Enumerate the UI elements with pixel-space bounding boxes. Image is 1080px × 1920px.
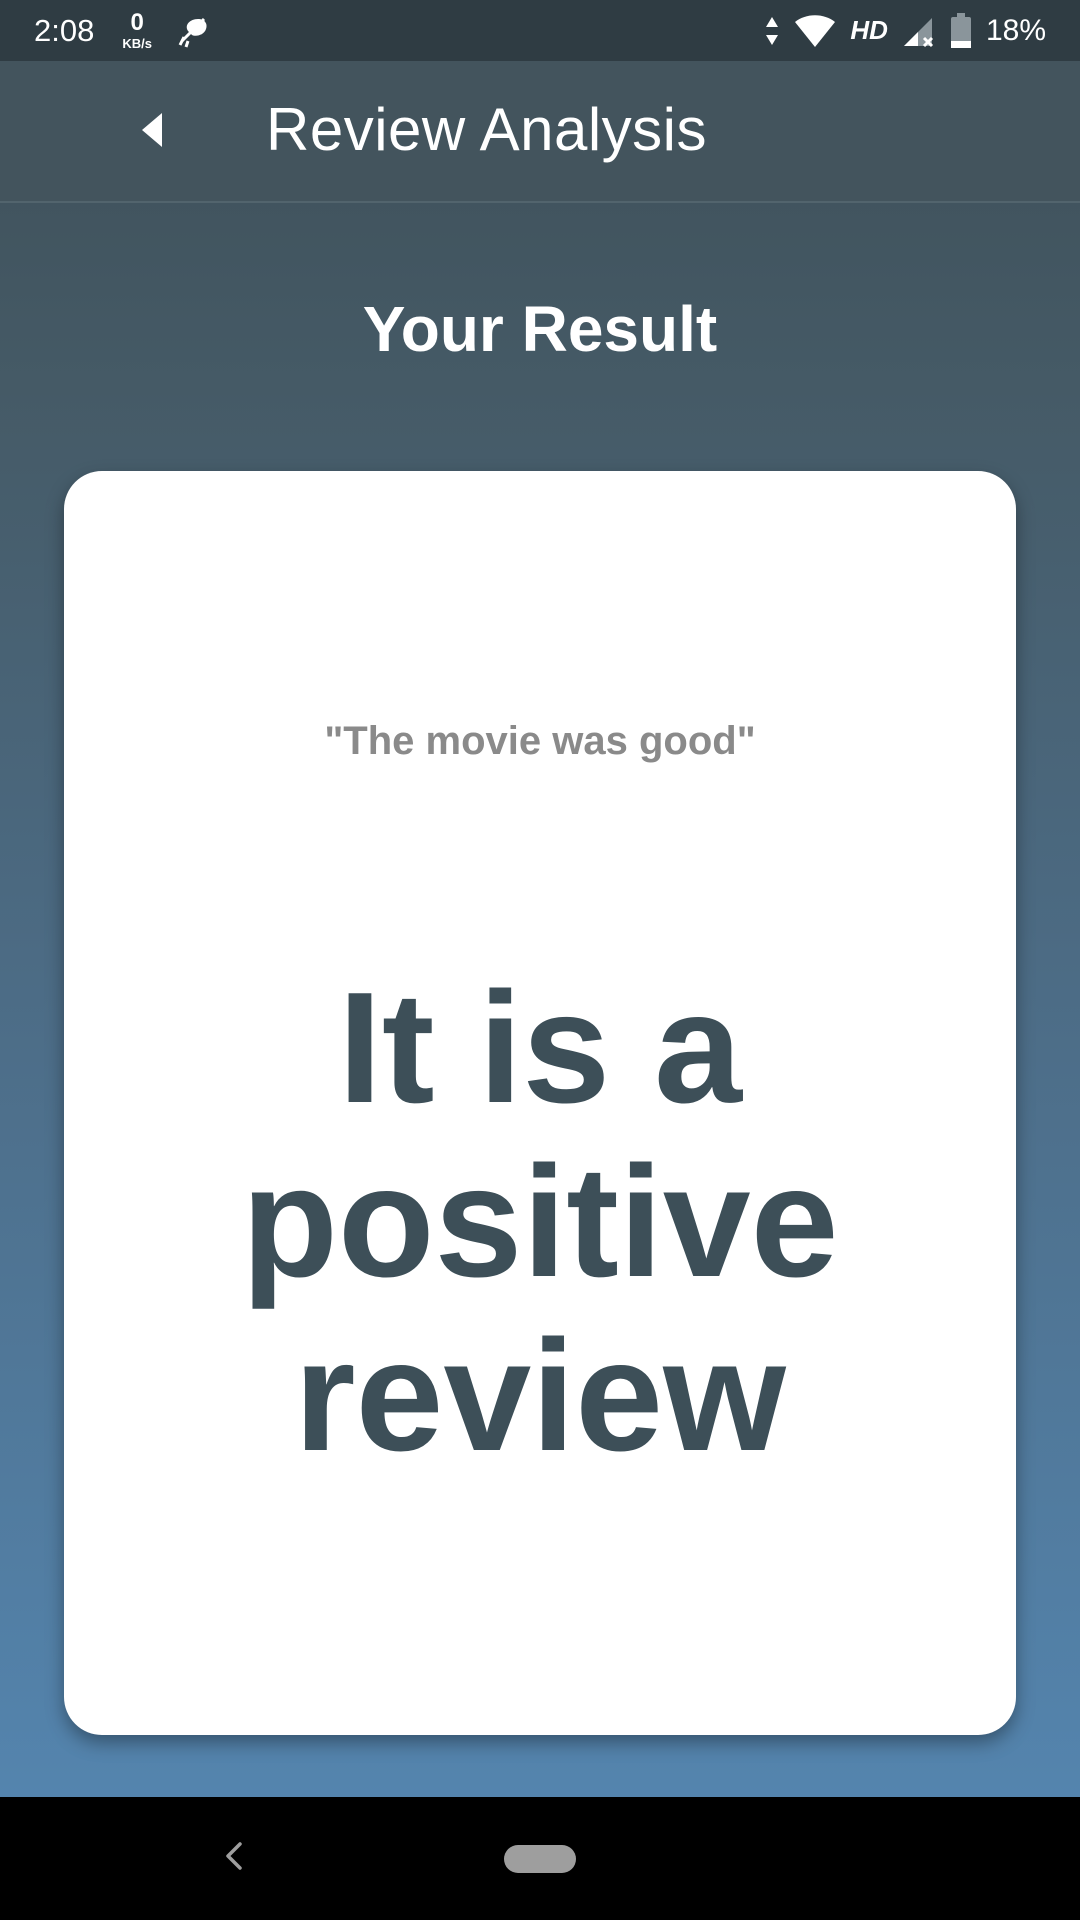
app-bar: Review Analysis: [0, 61, 1080, 203]
nav-back-button[interactable]: [214, 1835, 254, 1881]
battery-percent: 18%: [985, 13, 1046, 47]
review-quote: "The movie was good": [324, 719, 756, 763]
back-arrow-icon: [142, 112, 164, 152]
nav-back-icon: [224, 1840, 244, 1877]
back-button[interactable]: [118, 101, 188, 163]
sentiment-verdict: It is a positive review: [241, 960, 839, 1484]
status-right: HD 18%: [764, 12, 1046, 49]
screen: 2:08 0 KB/s HD 18% Review Analysis Your …: [0, 0, 1080, 1920]
data-arrows-icon: [764, 15, 780, 47]
result-card: "The movie was good" It is a positive re…: [64, 471, 1016, 1735]
net-speed-unit: KB/s: [122, 36, 152, 51]
status-time: 2:08: [34, 12, 95, 48]
net-speed-value: 0: [130, 9, 144, 36]
nav-home-pill[interactable]: [504, 1845, 576, 1873]
status-bar: 2:08 0 KB/s HD 18%: [0, 0, 1080, 61]
nav-bar: [0, 1797, 1080, 1920]
signal-icon: [902, 14, 936, 48]
net-speed: 0 KB/s: [122, 9, 152, 51]
mic-off-icon: [174, 11, 214, 51]
battery-icon: [950, 12, 972, 49]
hd-label: HD: [850, 15, 888, 45]
result-heading: Your Result: [362, 293, 718, 365]
app-title: Review Analysis: [266, 96, 708, 163]
wifi-icon: [794, 14, 836, 48]
